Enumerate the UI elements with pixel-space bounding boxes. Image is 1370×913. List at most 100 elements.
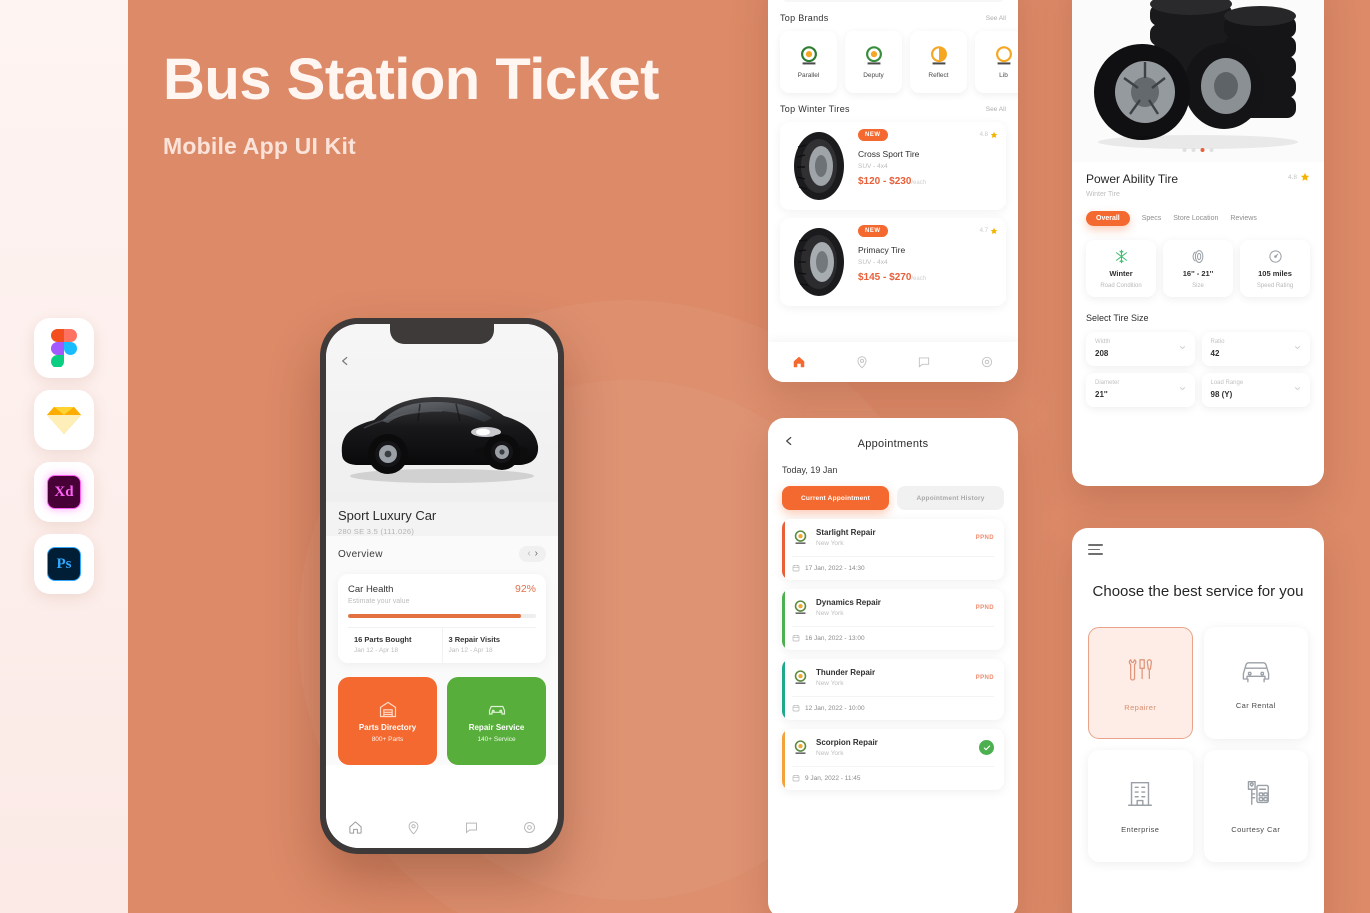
tab-specs[interactable]: Specs: [1142, 215, 1161, 222]
appointments-screen: Appointments Today, 19 Jan Current Appoi…: [768, 418, 1018, 913]
settings-gear-icon[interactable]: [980, 355, 994, 369]
settings-gear-icon[interactable]: [522, 820, 537, 835]
detail-title-row: Power Ability Tire Winter Tire 4.8: [1086, 172, 1310, 198]
tire-price-unit: /each: [911, 276, 927, 282]
select-ratio[interactable]: Ratio 42: [1201, 332, 1310, 366]
carousel-dot[interactable]: [1191, 148, 1196, 152]
tab-store-location[interactable]: Store Location: [1173, 215, 1218, 222]
car-name: Sport Luxury Car: [338, 508, 437, 523]
hamburger-menu-icon[interactable]: [1088, 544, 1103, 555]
rating-value: 4.8: [979, 132, 988, 138]
location-pin-icon[interactable]: [406, 820, 421, 835]
car-health-progressbar: [348, 614, 536, 618]
row-accent: [782, 729, 785, 790]
title-block: Bus Station Ticket Mobile App UI Kit: [163, 49, 659, 160]
brand-card[interactable]: Lib: [975, 31, 1018, 93]
service-option-courtesy-car[interactable]: Courtesy Car: [1203, 749, 1308, 862]
service-option-repairer[interactable]: Repairer: [1088, 626, 1193, 739]
top-brands-see-all[interactable]: See All: [986, 15, 1006, 22]
appointment-city: New York: [816, 750, 844, 757]
appointment-row[interactable]: Scorpion Repair New York 9 Jan, 2022 - 1…: [782, 729, 1004, 790]
tab-appointment-history[interactable]: Appointment History: [897, 486, 1004, 510]
photoshop-icon-tile[interactable]: Ps: [34, 534, 94, 594]
left-rail: Xd Ps: [0, 0, 128, 913]
appointment-date: 9 Jan, 2022 - 11:45: [805, 774, 861, 782]
row-accent: [782, 659, 785, 720]
tire-list-item[interactable]: NEW 4.8 Cross Sport Tire SUV - 4x4 $120 …: [780, 122, 1006, 210]
image-carousel-dots[interactable]: [1182, 148, 1214, 152]
select-diameter[interactable]: Diameter 21'': [1086, 373, 1195, 407]
appointment-text: Starlight Repair New York: [816, 528, 969, 547]
figma-icon-tile[interactable]: [34, 318, 94, 378]
tire-detail-screen: Power Ability Tire Winter Tire 4.8 Overa…: [1072, 0, 1324, 486]
appointment-city: New York: [816, 680, 844, 687]
brand-card[interactable]: Reflect: [910, 31, 967, 93]
service-option-car-rental[interactable]: Car Rental: [1203, 626, 1308, 739]
carousel-dot[interactable]: [1182, 148, 1187, 152]
brand-label: Deputy: [863, 72, 884, 79]
garage-icon: [379, 701, 396, 718]
spec-label: Road Condition: [1100, 283, 1142, 289]
select-load-range[interactable]: Load Range 98 (Y): [1201, 373, 1310, 407]
presentation-canvas: Bus Station Ticket Mobile App UI Kit Spo…: [128, 0, 1370, 913]
brand-card[interactable]: Deputy: [845, 31, 902, 93]
brand-card[interactable]: Parallel: [780, 31, 837, 93]
service-option-enterprise[interactable]: Enterprise: [1088, 749, 1193, 862]
sketch-icon-tile[interactable]: [34, 390, 94, 450]
row-accent: [782, 519, 785, 580]
building-icon: [1128, 781, 1153, 806]
phone-back-button[interactable]: [338, 354, 352, 373]
appointments-today: Today, 19 Jan: [782, 465, 838, 475]
appointment-date-row: 12 Jan, 2022 - 10:00: [792, 696, 994, 712]
overview-pager[interactable]: ‹ ›: [519, 546, 546, 562]
home-icon[interactable]: [792, 355, 806, 369]
sports-car-image: [341, 397, 539, 483]
home-icon[interactable]: [348, 820, 363, 835]
chat-icon[interactable]: [464, 820, 479, 835]
winter-tires-see-all[interactable]: See All: [986, 106, 1006, 113]
tire-meta: NEW 4.7 Primacy Tire SUV - 4x4 $145 - $2…: [858, 225, 998, 299]
tab-overall[interactable]: Overall: [1086, 211, 1130, 226]
rating-value: 4.8: [1287, 173, 1297, 181]
calendar-icon: [792, 775, 800, 782]
tires-bottom-nav: [768, 342, 1018, 382]
appointment-text: Dynamics Repair New York: [816, 598, 969, 617]
appointments-back-button[interactable]: [782, 434, 796, 453]
shop-logo-icon: [794, 670, 807, 684]
adobe-xd-icon-tile[interactable]: Xd: [34, 462, 94, 522]
chat-icon[interactable]: [917, 355, 931, 369]
car-key-icon: [1247, 781, 1269, 806]
appointment-main: Thunder Repair New York PPND: [792, 668, 994, 687]
tire-list-item[interactable]: NEW 4.7 Primacy Tire SUV - 4x4 $145 - $2…: [780, 218, 1006, 306]
quick-actions: Parts Directory 800+ Parts Repair Servic…: [326, 663, 558, 765]
brand-logo-icon: [865, 46, 882, 65]
repair-service-button[interactable]: Repair Service 140+ Service: [447, 677, 546, 765]
appointment-text: Thunder Repair New York: [816, 668, 969, 687]
appointment-main: Dynamics Repair New York PPND: [792, 598, 994, 617]
appointment-date: 17 Jan, 2022 - 14:30: [805, 564, 865, 572]
appointment-status: PPND: [975, 534, 994, 541]
winter-tires-header: Top Winter Tires See All: [768, 104, 1018, 114]
location-pin-icon[interactable]: [855, 355, 869, 369]
tire-price-value: $145 - $270: [858, 272, 912, 283]
tab-reviews[interactable]: Reviews: [1230, 215, 1256, 222]
appointment-row[interactable]: Starlight Repair New York PPND 17 Jan, 2…: [782, 519, 1004, 580]
design-tool-icons: Xd Ps: [34, 318, 94, 594]
carousel-dot-active[interactable]: [1200, 148, 1205, 152]
service-chooser-screen: Choose the best service for you Repairer: [1072, 528, 1324, 913]
speed-gauge-icon: [1268, 250, 1282, 263]
chevron-right-icon[interactable]: ›: [535, 549, 538, 559]
appointment-row[interactable]: Thunder Repair New York PPND 12 Jan, 202…: [782, 659, 1004, 720]
phone-notch: [390, 324, 494, 344]
car-health-title: Car Health: [348, 584, 394, 595]
tab-current-appointment[interactable]: Current Appointment: [782, 486, 889, 510]
chevron-left-icon[interactable]: ‹: [527, 549, 530, 559]
tire-price-unit: /each: [911, 180, 927, 186]
service-label: Car Rental: [1235, 701, 1276, 711]
carousel-dot[interactable]: [1209, 148, 1214, 152]
parts-directory-button[interactable]: Parts Directory 800+ Parts: [338, 677, 437, 765]
appointment-row[interactable]: Dynamics Repair New York PPND 16 Jan, 20…: [782, 589, 1004, 650]
select-width[interactable]: Width 208: [1086, 332, 1195, 366]
search-bar[interactable]: [780, 0, 1006, 2]
appointments-title: Appointments: [857, 437, 929, 450]
